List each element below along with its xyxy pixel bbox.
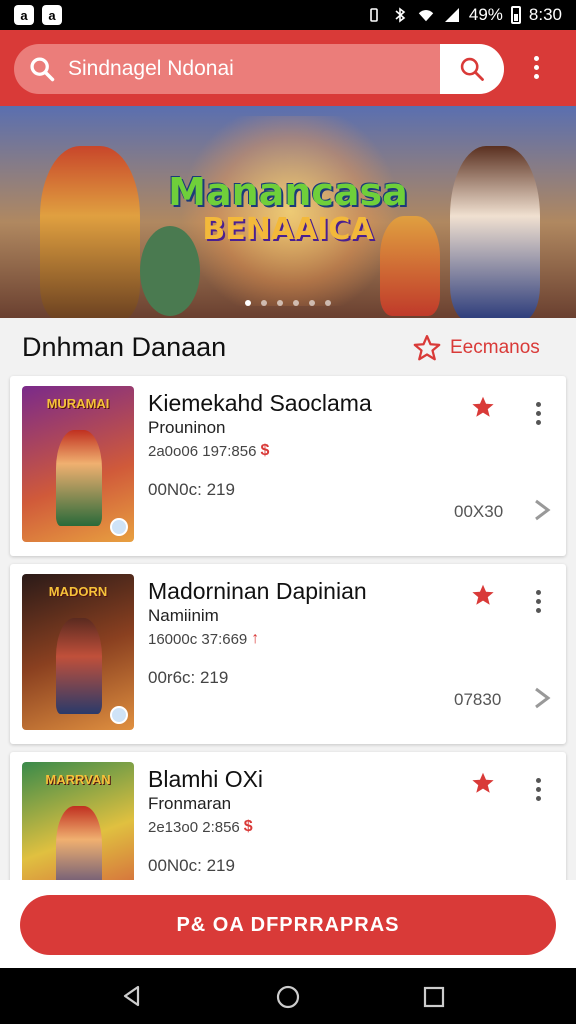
game-code: 00X30	[454, 502, 504, 521]
price-icon: ↑	[251, 630, 260, 647]
game-subtitle: Prouninon	[148, 418, 226, 437]
bottom-action-bar: P& OA DFPRRAPRAS	[0, 880, 576, 968]
price-icon: $	[243, 818, 253, 835]
carousel-dot[interactable]	[245, 300, 251, 306]
favorite-star-icon[interactable]	[470, 770, 496, 796]
game-card[interactable]: MURAMAI Kiemekahd Saoclama Prouninon 2a0…	[10, 376, 566, 556]
banner-logo: Manancasa BENAAICA	[0, 170, 576, 247]
notification-app-icon: a	[42, 5, 62, 25]
favorite-star-icon[interactable]	[470, 582, 496, 608]
game-thumbnail[interactable]: MADORN	[22, 574, 134, 730]
app-header: Sindnagel Ndonai	[0, 30, 576, 106]
chevron-right-icon[interactable]	[532, 498, 552, 522]
carousel-dot[interactable]	[277, 300, 283, 306]
card-menu-button[interactable]	[536, 402, 541, 425]
game-meta: 2e13o0 2:856 $	[148, 818, 253, 836]
bluetooth-icon	[395, 7, 406, 23]
more-options-button[interactable]	[534, 56, 539, 79]
game-meta-text: 2a0o06 197:856	[148, 442, 257, 460]
game-meta-text: 2e13o0 2:856	[148, 818, 240, 836]
favorites-link[interactable]: Eecmanos	[412, 333, 540, 363]
system-navigation-bar	[0, 968, 576, 1024]
section-title: Dnhman Danaan	[22, 332, 227, 362]
status-bar: a a 49% 8:30	[0, 0, 576, 30]
thumbnail-title: MARRVAN	[45, 772, 111, 787]
search-icon	[460, 57, 484, 81]
game-title: Kiemekahd Saoclama	[148, 390, 372, 416]
game-subtitle: Namiinim	[148, 606, 219, 625]
chevron-right-icon[interactable]	[532, 686, 552, 710]
game-meta-text: 16000c 37:669	[148, 630, 248, 648]
search-input[interactable]: Sindnagel Ndonai	[68, 57, 504, 81]
game-subtitle: Fronmaran	[148, 794, 232, 813]
search-icon	[30, 57, 55, 82]
clock: 8:30	[528, 5, 562, 24]
game-card[interactable]: MADORN Madorninan Dapinian Namiinim 1600…	[10, 564, 566, 744]
banner-logo-title: Manancasa	[168, 170, 408, 214]
back-icon[interactable]	[120, 984, 144, 1008]
game-meta: 2a0o06 197:856 $	[148, 442, 269, 460]
battery-icon	[510, 6, 521, 24]
banner-logo-subtitle: BENAAICA	[202, 212, 374, 247]
primary-action-button[interactable]: P& OA DFPRRAPRAS	[20, 895, 556, 955]
wifi-icon	[418, 10, 434, 22]
rating-badge-icon	[110, 518, 128, 536]
thumbnail-title: MADORN	[48, 584, 108, 599]
cell-signal-icon	[444, 8, 459, 22]
notification-icons: a a	[14, 5, 62, 25]
rating-badge-icon	[110, 706, 128, 724]
featured-banner[interactable]: Manancasa BENAAICA	[0, 106, 576, 318]
game-count: 00N0c: 219	[148, 480, 235, 499]
game-title: Madorninan Dapinian	[148, 578, 367, 604]
vibrate-icon	[370, 8, 378, 22]
star-outline-icon	[413, 335, 441, 361]
card-menu-button[interactable]	[536, 778, 541, 801]
game-count: 00r6c: 219	[148, 668, 229, 687]
carousel-indicators[interactable]	[0, 300, 576, 306]
thumbnail-character	[56, 430, 102, 526]
carousel-dot[interactable]	[325, 300, 331, 306]
favorite-star-icon[interactable]	[470, 394, 496, 420]
carousel-dot[interactable]	[309, 300, 315, 306]
recents-icon[interactable]	[423, 986, 445, 1008]
battery-percent: 49%	[468, 5, 503, 24]
carousel-dot[interactable]	[261, 300, 267, 306]
thumbnail-character	[56, 618, 102, 714]
notification-app-icon: a	[14, 5, 34, 25]
search-button[interactable]	[440, 44, 504, 94]
price-icon: $	[260, 442, 270, 459]
card-menu-button[interactable]	[536, 590, 541, 613]
thumbnail-title: MURAMAI	[46, 396, 110, 411]
favorites-label: Eecmanos	[450, 337, 540, 358]
game-title: Blamhi OXi	[148, 766, 264, 792]
game-code: 07830	[454, 690, 502, 709]
search-bar[interactable]: Sindnagel Ndonai	[14, 44, 504, 94]
game-thumbnail[interactable]: MURAMAI	[22, 386, 134, 542]
home-icon[interactable]	[275, 984, 301, 1010]
game-meta: 16000c 37:669 ↑	[148, 630, 259, 648]
game-count: 00N0c: 219	[148, 856, 235, 875]
system-status: 49% 8:30	[365, 5, 562, 25]
carousel-dot[interactable]	[293, 300, 299, 306]
